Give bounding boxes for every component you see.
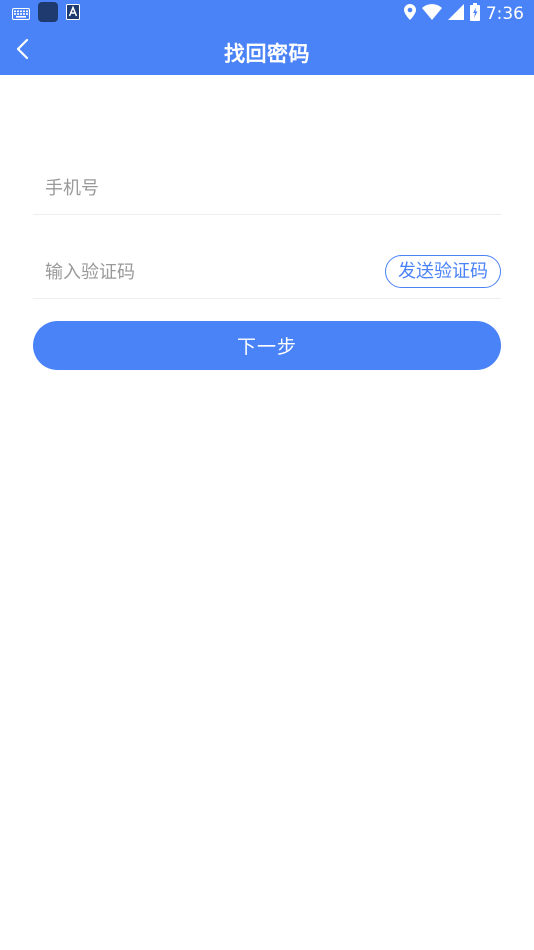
verification-code-input[interactable] [45,247,365,297]
page-title: 找回密码 [224,42,310,66]
a-letter-icon [66,4,80,24]
battery-icon [469,3,480,25]
wifi-icon [421,4,442,24]
app-header: 7:36 找回密码 [0,0,534,75]
status-bar: 7:36 [0,0,534,28]
send-code-button[interactable]: 发送验证码 [385,255,501,288]
signal-icon [447,4,464,24]
phone-field [33,163,501,215]
status-bar-right: 7:36 [403,2,524,26]
location-icon [403,4,416,24]
status-time: 7:36 [485,4,524,24]
app-square-icon [38,2,58,26]
nav-bar: 找回密码 [0,28,534,75]
phone-input[interactable] [45,163,365,213]
keyboard-icon [12,5,30,24]
next-step-button[interactable]: 下一步 [33,321,501,370]
status-bar-left [12,2,80,26]
code-field: 发送验证码 [33,247,501,299]
